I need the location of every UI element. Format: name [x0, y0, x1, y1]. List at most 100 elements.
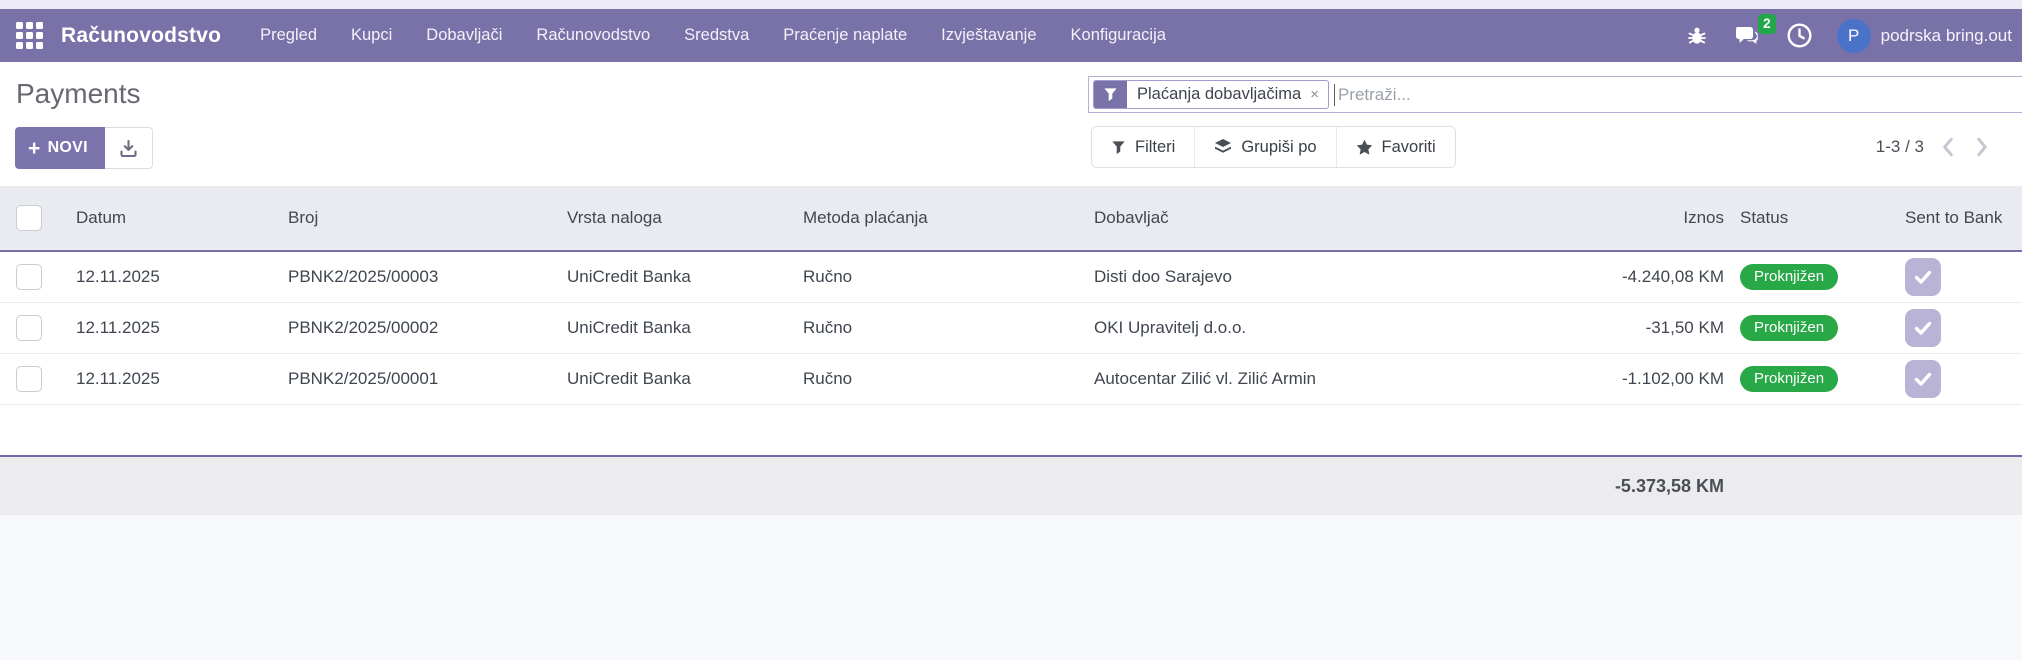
column-header-sent-to-bank[interactable]: Sent to Bank: [1889, 208, 2022, 228]
status-badge: Proknjižen: [1740, 314, 1839, 342]
page-background: [0, 515, 2022, 660]
navbar-right: 2 P podrska bring.out: [1685, 14, 2012, 53]
row-checkbox[interactable]: [16, 315, 42, 341]
cell-dobavljac: Autocentar Zilić vl. Zilić Armin: [1094, 369, 1316, 388]
search-input[interactable]: Pretraži...: [1338, 85, 2016, 105]
menu-sredstva[interactable]: Sredstva: [667, 11, 766, 60]
row-select-cell: [0, 264, 60, 290]
column-header-iznos[interactable]: Iznos: [1560, 208, 1724, 228]
new-button[interactable]: + NOVI: [15, 127, 105, 169]
pager-next-icon[interactable]: [1972, 135, 1992, 159]
cell-vrsta-naloga: UniCredit Banka: [567, 369, 691, 388]
column-header-datum[interactable]: Datum: [60, 208, 272, 228]
column-header-status[interactable]: Status: [1724, 208, 1889, 228]
group-by-label: Grupiši po: [1241, 137, 1317, 156]
check-icon: [1914, 270, 1932, 284]
cell-status: Proknjižen: [1724, 263, 1889, 291]
user-avatar: P: [1836, 18, 1871, 53]
main-navbar: Računovodstvo Pregled Kupci Dobavljači R…: [0, 9, 2022, 62]
filters-button[interactable]: Filteri: [1092, 127, 1195, 167]
cell-broj: PBNK2/2025/00003: [288, 267, 439, 286]
cell-iznos: -4.240,08 KM: [1621, 267, 1724, 286]
odoo-payments-screen: Računovodstvo Pregled Kupci Dobavljači R…: [0, 0, 2022, 660]
plus-icon: +: [28, 136, 41, 160]
cell-sent-to-bank: [1889, 309, 2022, 347]
cell-sent-to-bank: [1889, 258, 2022, 296]
cell-metoda-placanja: Ručno: [803, 318, 853, 337]
search-facet-label: Plaćanja dobavljačima: [1137, 85, 1302, 103]
status-badge: Proknjižen: [1740, 263, 1839, 291]
row-checkbox[interactable]: [16, 366, 42, 392]
download-icon: [120, 139, 137, 157]
check-icon: [1914, 372, 1932, 386]
app-brand[interactable]: Računovodstvo: [61, 24, 221, 48]
control-panel: Payments + NOVI Plaćanja dobavljačima × …: [0, 62, 2022, 186]
status-badge: Proknjižen: [1740, 365, 1839, 393]
cell-metoda-placanja: Ručno: [803, 267, 853, 286]
check-icon: [1914, 321, 1932, 335]
user-name: podrska bring.out: [1880, 25, 2012, 45]
select-all-checkbox[interactable]: [16, 205, 42, 231]
column-header-dobavljac[interactable]: Dobavljač: [1078, 208, 1560, 228]
filter-facet-icon: [1094, 81, 1127, 108]
cell-datum: 12.11.2025: [76, 369, 160, 388]
sent-to-bank-checkbox[interactable]: [1905, 258, 1941, 296]
cell-iznos: -1.102,00 KM: [1621, 369, 1724, 388]
export-button[interactable]: [104, 127, 153, 169]
menu-dobavljaci[interactable]: Dobavljači: [409, 11, 519, 60]
pager: 1-3 / 3: [1876, 135, 2022, 159]
column-header-metoda-placanja[interactable]: Metoda plaćanja: [787, 208, 1078, 228]
cell-iznos: -31,50 KM: [1645, 318, 1724, 337]
search-facet: Plaćanja dobavljačima ×: [1093, 80, 1329, 109]
row-select-cell: [0, 315, 60, 341]
top-strip: [0, 0, 2022, 9]
cell-sent-to-bank: [1889, 360, 2022, 398]
cell-datum: 12.11.2025: [76, 267, 160, 286]
menu-pracenje-naplate[interactable]: Praćenje naplate: [766, 11, 924, 60]
menu-pregled[interactable]: Pregled: [243, 11, 334, 60]
column-header-broj[interactable]: Broj: [272, 208, 551, 228]
favorites-label: Favoriti: [1381, 137, 1436, 156]
messages-count-badge: 2: [1758, 14, 1776, 34]
menu-izvjestavanje[interactable]: Izvještavanje: [924, 11, 1053, 60]
debug-bug-icon[interactable]: [1685, 24, 1709, 48]
favorites-button[interactable]: Favoriti: [1335, 127, 1455, 167]
search-options-row: Filteri Grupiši po Favoriti 1-3 / 3: [1091, 126, 2022, 168]
menu-konfiguracija[interactable]: Konfiguracija: [1054, 11, 1183, 60]
cell-dobavljac: OKI Upravitelj d.o.o.: [1094, 318, 1247, 337]
group-by-button[interactable]: Grupiši po: [1194, 127, 1336, 167]
cell-vrsta-naloga: UniCredit Banka: [567, 318, 691, 337]
total-iznos: -5.373,58 KM: [1614, 475, 1724, 496]
row-checkbox[interactable]: [16, 264, 42, 290]
layers-icon: [1215, 139, 1232, 153]
table-row[interactable]: 12.11.2025 PBNK2/2025/00003 UniCredit Ba…: [0, 252, 2022, 303]
pager-previous-icon[interactable]: [1938, 135, 1958, 159]
user-menu[interactable]: P podrska bring.out: [1836, 18, 2012, 53]
page-title: Payments: [16, 78, 141, 109]
sent-to-bank-checkbox[interactable]: [1905, 309, 1941, 347]
table-footer: -5.373,58 KM: [0, 455, 2022, 515]
cell-status: Proknjižen: [1724, 314, 1889, 342]
text-cursor: [1333, 83, 1335, 106]
menu-kupci[interactable]: Kupci: [334, 11, 409, 60]
create-export-buttons: + NOVI: [15, 127, 153, 169]
empty-list-space: [0, 405, 2022, 455]
apps-menu-icon[interactable]: [16, 22, 43, 49]
sent-to-bank-checkbox[interactable]: [1905, 360, 1941, 398]
column-header-vrsta-naloga[interactable]: Vrsta naloga: [551, 208, 787, 228]
search-options-group: Filteri Grupiši po Favoriti: [1091, 126, 1456, 168]
cell-dobavljac: Disti doo Sarajevo: [1094, 267, 1232, 286]
cell-status: Proknjižen: [1724, 365, 1889, 393]
table-row[interactable]: 12.11.2025 PBNK2/2025/00002 UniCredit Ba…: [0, 303, 2022, 354]
search-bar[interactable]: Plaćanja dobavljačima × Pretraži...: [1088, 76, 2022, 113]
facet-remove-icon[interactable]: ×: [1308, 81, 1328, 108]
row-select-cell: [0, 366, 60, 392]
header-select-cell: [0, 205, 60, 231]
filter-icon: [1112, 140, 1125, 154]
new-button-label: NOVI: [47, 139, 88, 156]
star-icon: [1356, 139, 1372, 155]
menu-racunovodstvo[interactable]: Računovodstvo: [519, 11, 667, 60]
activities-clock-icon[interactable]: [1786, 22, 1813, 49]
table-row[interactable]: 12.11.2025 PBNK2/2025/00001 UniCredit Ba…: [0, 354, 2022, 405]
messages-icon[interactable]: 2: [1733, 14, 1776, 48]
